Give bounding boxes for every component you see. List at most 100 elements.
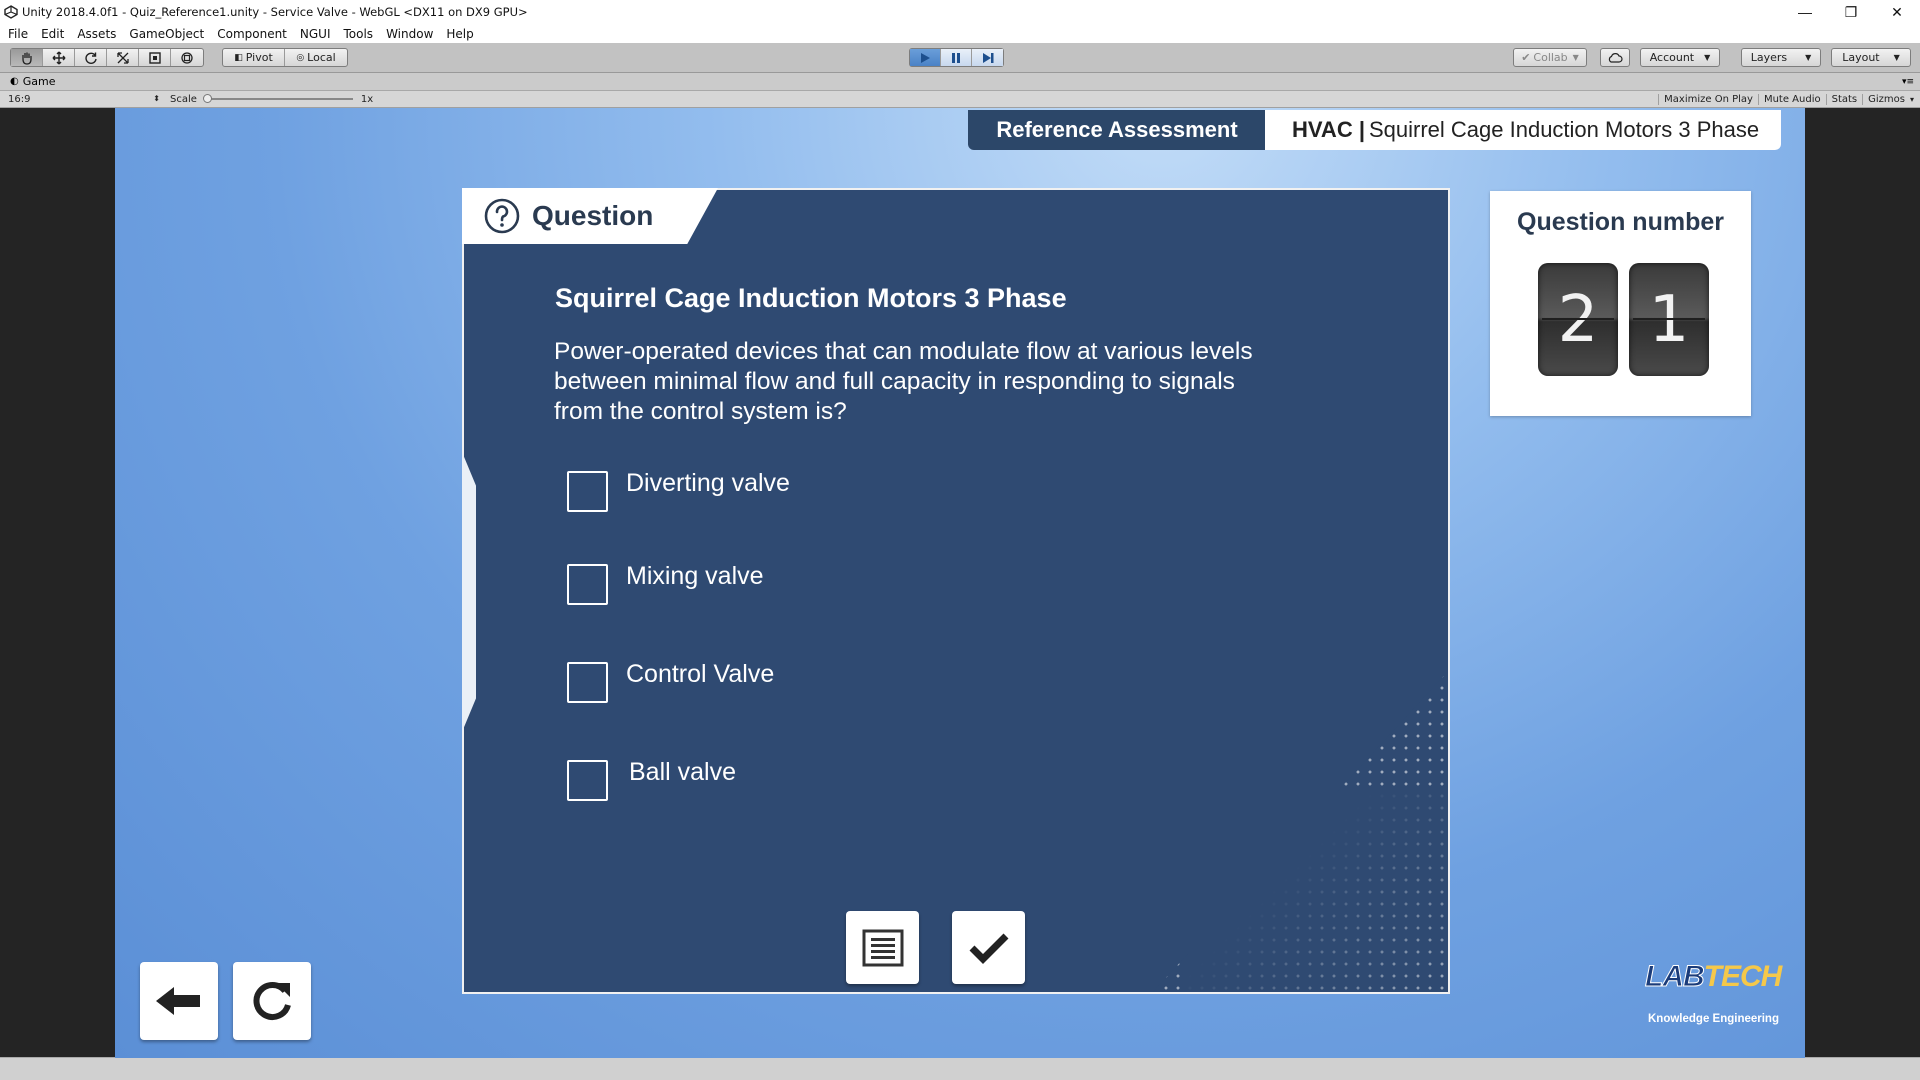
pivot-label: Pivot xyxy=(245,51,273,64)
answer-checkbox[interactable] xyxy=(567,759,608,801)
step-icon xyxy=(982,52,993,63)
layout-group: Layout ▼ xyxy=(1831,48,1911,67)
window-title: Unity 2018.4.0f1 - Quiz_Reference1.unity… xyxy=(22,5,528,19)
close-button[interactable]: ✕ xyxy=(1874,0,1920,24)
game-view-options: 16:9 ⬍ Scale 1x Maximize On Play Mute Au… xyxy=(0,91,1920,108)
unity-logo-icon xyxy=(4,5,18,19)
tab-game[interactable]: ◐ Game xyxy=(0,75,55,88)
answer-option[interactable]: Control Valve xyxy=(567,659,775,703)
subject-tab: HVAC | Squirrel Cage Induction Motors 3 … xyxy=(1265,110,1781,150)
question-number-digit: 2 xyxy=(1538,263,1618,376)
maximize-on-play-toggle[interactable]: Maximize On Play xyxy=(1658,94,1758,105)
menu-window[interactable]: Window xyxy=(386,27,433,41)
answer-label: Control Valve xyxy=(626,659,775,688)
restore-button[interactable]: ❐ xyxy=(1828,0,1874,24)
game-view: Reference Assessment HVAC | Squirrel Cag… xyxy=(115,108,1805,1058)
scale-tool-button[interactable] xyxy=(107,49,139,66)
transform-icon xyxy=(181,51,193,64)
status-strip xyxy=(0,1057,1920,1080)
stats-toggle[interactable]: Stats xyxy=(1825,94,1863,105)
menu-help[interactable]: Help xyxy=(446,27,473,41)
dropdown-arrow-icon: ▼ xyxy=(1893,53,1900,62)
local-button[interactable]: ◎ Local xyxy=(285,49,347,66)
menu-component[interactable]: Component xyxy=(217,27,287,41)
pivot-group: ◧ Pivot ◎ Local xyxy=(222,48,348,67)
rect-icon xyxy=(148,51,161,64)
account-label: Account xyxy=(1649,51,1695,64)
letterbox-left xyxy=(0,108,115,1058)
answer-checkbox[interactable] xyxy=(567,563,608,605)
notes-button[interactable] xyxy=(846,911,919,984)
layers-dropdown[interactable]: Layers ▼ xyxy=(1742,49,1820,66)
transform-tool-button[interactable] xyxy=(171,49,203,66)
check-icon: ✔ xyxy=(1521,51,1531,64)
collab-button[interactable]: ✔ Collab ▼ xyxy=(1514,49,1586,66)
tab-menu-icon[interactable]: ▾≡ xyxy=(1902,77,1914,87)
answer-option[interactable]: Diverting valve xyxy=(567,468,790,512)
game-tab-bar: ◐ Game ▾≡ xyxy=(0,73,1920,91)
menu-gameobject[interactable]: GameObject xyxy=(129,27,204,41)
account-dropdown[interactable]: Account ▼ xyxy=(1641,49,1719,66)
menu-ngui[interactable]: NGUI xyxy=(300,27,331,41)
editor-toolbar: ◧ Pivot ◎ Local ✔ Collab ▼ Account ▼ Lay… xyxy=(0,43,1920,73)
menu-edit[interactable]: Edit xyxy=(41,27,64,41)
question-tab: Question xyxy=(462,188,718,244)
answer-option[interactable]: Ball valve xyxy=(567,757,736,801)
digit-value: 2 xyxy=(1557,282,1599,357)
account-group: Account ▼ xyxy=(1640,48,1720,67)
pause-icon xyxy=(952,52,960,63)
hand-icon xyxy=(21,52,32,65)
scale-slider-thumb[interactable] xyxy=(202,94,212,103)
menu-tools[interactable]: Tools xyxy=(344,27,374,41)
question-panel-dots-fade xyxy=(1188,792,1448,992)
gizmos-dropdown[interactable]: Gizmos xyxy=(1862,94,1910,105)
question-number-card: Question number 2 1 xyxy=(1490,191,1751,416)
move-tool-button[interactable] xyxy=(43,49,75,66)
step-button[interactable] xyxy=(972,49,1003,66)
game-view-toggles: Maximize On Play Mute Audio Stats Gizmos… xyxy=(1658,91,1914,108)
submit-answer-button[interactable] xyxy=(952,911,1025,984)
logo-brand-right: TECH xyxy=(1703,960,1783,993)
game-tab-icon: ◐ xyxy=(10,76,19,87)
logo-brand: LABTECH xyxy=(1645,960,1783,994)
mute-audio-toggle[interactable]: Mute Audio xyxy=(1757,94,1826,105)
menu-assets[interactable]: Assets xyxy=(77,27,116,41)
back-button[interactable] xyxy=(140,962,218,1040)
dropdown-arrow-icon: ▼ xyxy=(1704,53,1711,62)
answer-checkbox[interactable] xyxy=(567,661,608,703)
rect-tool-button[interactable] xyxy=(139,49,171,66)
redo-icon xyxy=(253,982,291,1020)
layout-dropdown[interactable]: Layout ▼ xyxy=(1832,49,1910,66)
scale-icon xyxy=(116,51,129,64)
answer-option[interactable]: Mixing valve xyxy=(567,562,764,605)
transform-tools xyxy=(10,48,204,67)
minimize-button[interactable]: — xyxy=(1782,0,1828,24)
window-controls: — ❐ ✕ xyxy=(1782,0,1920,24)
cloud-button[interactable] xyxy=(1601,49,1629,66)
hand-tool-button[interactable] xyxy=(11,49,43,66)
aspect-dropdown[interactable]: 16:9 ⬍ xyxy=(0,94,162,105)
pause-button[interactable] xyxy=(941,49,972,66)
move-icon xyxy=(52,51,65,64)
game-tab-label: Game xyxy=(22,75,56,88)
aspect-label: 16:9 xyxy=(8,93,31,105)
cloud-group xyxy=(1600,48,1630,67)
dropdown-arrow-icon: ⬍ xyxy=(153,93,160,103)
answer-label: Diverting valve xyxy=(626,468,790,497)
local-label: Local xyxy=(307,51,336,64)
assessment-tab: Reference Assessment xyxy=(968,110,1266,150)
answer-checkbox[interactable] xyxy=(567,470,608,512)
pivot-button[interactable]: ◧ Pivot xyxy=(223,49,285,66)
logo-brand-left: LAB xyxy=(1645,960,1706,994)
rotate-tool-button[interactable] xyxy=(75,49,107,66)
subject-title: Squirrel Cage Induction Motors 3 Phase xyxy=(1368,117,1760,142)
scale-slider[interactable] xyxy=(202,94,353,103)
menu-file[interactable]: File xyxy=(8,27,28,41)
answer-label: Ball valve xyxy=(629,757,736,786)
question-number-title: Question number xyxy=(1517,208,1724,236)
logo-tagline: Knowledge Engineering xyxy=(1648,1013,1779,1025)
restart-button[interactable] xyxy=(233,962,311,1040)
pivot-icon: ◧ xyxy=(234,52,243,63)
play-button[interactable] xyxy=(910,49,941,66)
title-bar: Unity 2018.4.0f1 - Quiz_Reference1.unity… xyxy=(0,0,1920,24)
